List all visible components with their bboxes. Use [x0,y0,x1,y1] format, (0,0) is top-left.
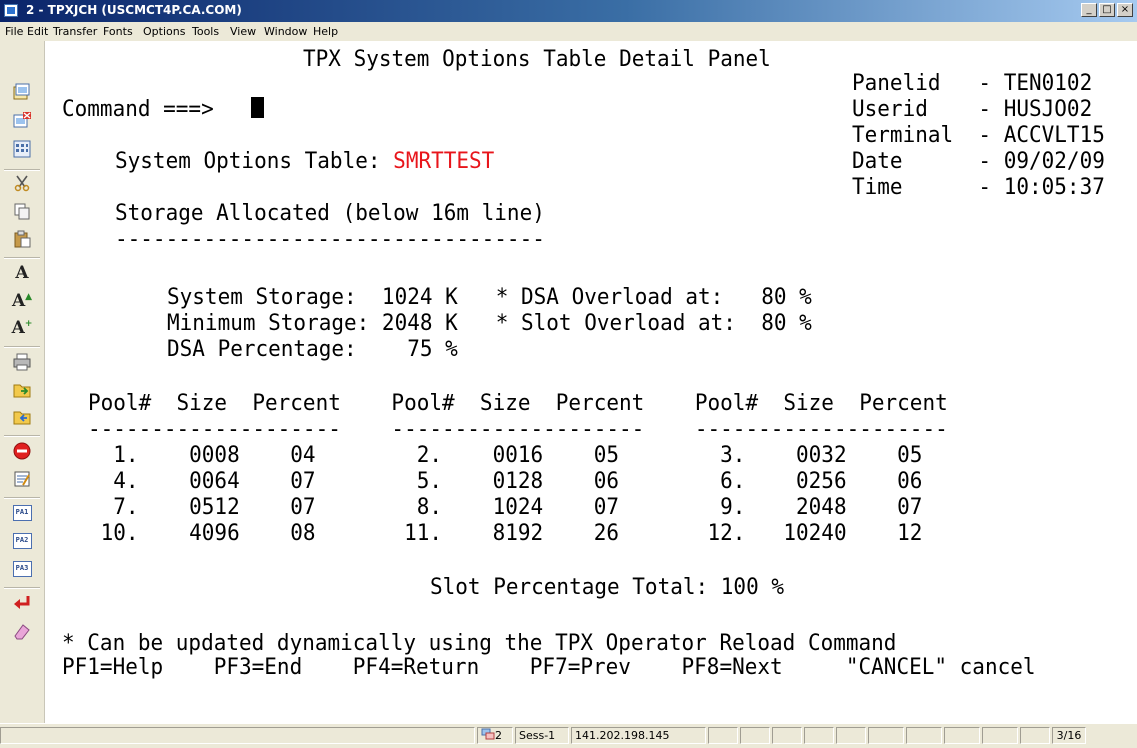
storage-heading: Storage Allocated (below 16m line) [115,200,545,225]
pa1-key-icon[interactable]: PA1 [12,503,32,523]
receive-file-icon[interactable] [12,407,32,427]
properties-icon[interactable] [12,469,32,489]
pool-table-rule: -------------------- -------------------… [88,416,948,441]
stop-icon[interactable] [12,441,32,461]
menu-view[interactable]: View [230,25,256,38]
menu-window[interactable]: Window [264,25,307,38]
paste-icon[interactable] [12,229,32,249]
panel-title: TPX System Options Table Detail Panel [303,46,771,71]
menu-fonts[interactable]: Fonts [103,25,133,38]
erase-icon[interactable] [12,621,32,641]
side-toolbar: A A ▲ A + PA1 PA2 PA3 [0,41,45,723]
app-icon[interactable] [4,4,18,17]
new-session-icon[interactable] [12,82,32,102]
title-bar: 2 - TPXJCH (USCMCT4P.CA.COM) _ □ × [0,0,1137,22]
pf-key-line: PF1=Help PF3=End PF4=Return PF7=Prev PF8… [62,654,1036,679]
font-bigger-icon[interactable]: A ▲ [12,291,32,311]
status-bar: 2 Sess-1 141.202.198.145 3/16 [0,723,1137,748]
storage-rule: ---------------------------------- [115,226,545,251]
terminal-label: Terminal - ACCVLT15 [852,122,1105,147]
pool-table-header: Pool# Size Percent Pool# Size Percent Po… [88,390,948,415]
window-title: 2 - TPXJCH (USCMCT4P.CA.COM) [26,3,242,17]
command-input[interactable] [251,97,264,118]
menu-edit[interactable]: Edit [27,25,48,38]
minimum-storage-line: Minimum Storage: 2048 K * Slot Overload … [167,310,812,335]
footnote: * Can be updated dynamically using the T… [62,630,897,655]
disconnect-icon[interactable] [12,111,32,131]
system-storage-line: System Storage: 1024 K * DSA Overload at… [167,284,812,309]
session-name: Sess-1 [515,727,569,744]
send-file-icon[interactable] [12,380,32,400]
cursor-position: 3/16 [1052,727,1086,744]
resize-grip[interactable] [1088,727,1134,744]
time-label: Time - 10:05:37 [852,174,1105,199]
table-row: 10. 4096 08 11. 8192 26 12. 10240 12 [88,520,923,545]
menu-transfer[interactable]: Transfer [53,25,97,38]
terminal-screen[interactable]: TPX System Options Table Detail Panel Pa… [45,41,1137,723]
table-row: 7. 0512 07 8. 1024 07 9. 2048 07 [88,494,923,519]
font-icon[interactable]: A [12,263,32,283]
pa3-key-icon[interactable]: PA3 [12,559,32,579]
enter-key-icon[interactable] [12,593,32,613]
date-label: Date - 09/02/09 [852,148,1105,173]
menu-bar: File Edit Transfer Fonts Options Tools V… [0,22,1137,41]
close-button[interactable]: × [1117,3,1133,17]
menu-tools[interactable]: Tools [192,25,219,38]
table-row: 4. 0064 07 5. 0128 06 6. 0256 06 [88,468,923,493]
system-options-label: System Options Table: [115,148,381,173]
minimize-button[interactable]: _ [1081,3,1097,17]
pa2-key-icon[interactable]: PA2 [12,531,32,551]
dsa-percentage-line: DSA Percentage: 75 % [167,336,458,361]
session-status: 2 [477,727,513,744]
panelid-label: Panelid - TEN0102 [852,70,1093,95]
menu-options[interactable]: Options [143,25,185,38]
table-row: 1. 0008 04 2. 0016 05 3. 0032 05 [88,442,923,467]
session-number: 2 [495,729,502,742]
menu-help[interactable]: Help [313,25,338,38]
cut-icon[interactable] [12,173,32,193]
command-label: Command ===> [62,96,214,121]
copy-icon[interactable] [12,201,32,221]
userid-label: Userid - HUSJO02 [852,96,1093,121]
system-options-value: SMRTTEST [393,148,495,173]
font-smaller-icon[interactable]: A + [12,318,33,338]
menu-file[interactable]: File [5,25,23,38]
host-ip: 141.202.198.145 [571,727,706,744]
maximize-button[interactable]: □ [1099,3,1115,17]
slot-percentage-total: Slot Percentage Total: 100 % [430,574,785,599]
print-icon[interactable] [12,352,32,372]
keypad-icon[interactable] [12,139,32,159]
network-icon [481,728,495,740]
